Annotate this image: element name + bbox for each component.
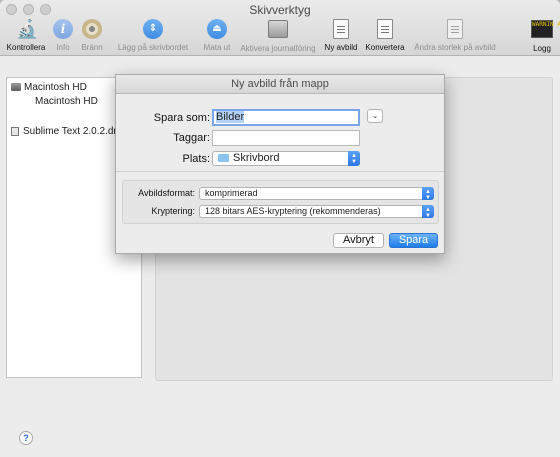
separator	[116, 171, 444, 172]
encryption-value: 128 bitars AES-kryptering (rekommenderas…	[205, 206, 381, 216]
eject-icon: ⏏	[206, 19, 228, 41]
image-format-label: Avbildsformat:	[138, 188, 195, 198]
dialog-title: Ny avbild från mapp	[116, 75, 444, 94]
new-image-icon	[330, 19, 352, 41]
disk-image-icon	[11, 126, 19, 136]
toolbar-verify-button[interactable]: 🔬 Kontrollera	[4, 18, 48, 54]
sidebar-item-label: Macintosh HD	[24, 81, 87, 93]
image-format-value: komprimerad	[205, 188, 258, 198]
toolbar-new-image-button[interactable]: Ny avbild	[321, 18, 361, 54]
resize-icon	[444, 19, 466, 41]
toolbar-log-button[interactable]: WARNIN AY 7:36 Logg	[530, 18, 560, 54]
sidebar-item-disk[interactable]: Macintosh HD	[11, 80, 87, 94]
tags-field[interactable]	[212, 130, 360, 146]
location-label: Plats:	[182, 153, 210, 165]
encryption-popup[interactable]: 128 bitars AES-kryptering (rekommenderas…	[199, 205, 434, 219]
location-value: Skrivbord	[233, 152, 280, 164]
burn-icon	[81, 19, 103, 41]
toolbar: Skivverktyg 🔬 Kontrollera i Info Bränn ⇕…	[0, 0, 560, 56]
hard-disk-icon	[11, 83, 21, 91]
folder-icon	[218, 154, 229, 162]
updown-arrows-icon: ▲ ▼	[422, 205, 434, 219]
sidebar-item-volume[interactable]: Macintosh HD	[35, 94, 98, 108]
disk-utility-window: Skivverktyg 🔬 Kontrollera i Info Bränn ⇕…	[0, 0, 560, 457]
save-as-label: Spara som:	[153, 112, 210, 124]
journal-icon	[267, 20, 289, 42]
toolbar-eject-button[interactable]: ⏏ Mata ut	[200, 18, 234, 54]
save-as-value: Bilder	[216, 111, 245, 123]
sidebar-item-label: Macintosh HD	[35, 95, 98, 107]
image-options-group: Avbildsformat: komprimerad ▲ ▼ Kryptering…	[122, 180, 439, 224]
log-icon: WARNIN AY 7:36	[531, 20, 560, 42]
new-image-dialog: Ny avbild från mapp Spara som: Bilder ⌄ …	[115, 74, 445, 254]
convert-icon	[374, 19, 396, 41]
microscope-icon: 🔬	[16, 19, 39, 39]
toolbar-convert-button[interactable]: Konvertera	[364, 18, 406, 54]
location-popup[interactable]: Skrivbord ▲ ▼	[212, 151, 360, 166]
help-button[interactable]: ?	[19, 431, 33, 445]
image-format-popup[interactable]: komprimerad ▲ ▼	[199, 187, 434, 201]
chevron-down-icon: ⌄	[371, 111, 379, 120]
sidebar-item-dmg[interactable]: Sublime Text 2.0.2.dmg	[11, 124, 127, 138]
save-as-field[interactable]: Bilder	[212, 109, 360, 126]
toolbar-burn-button[interactable]: Bränn	[79, 18, 105, 54]
sidebar-item-label: Sublime Text 2.0.2.dmg	[23, 125, 128, 137]
expand-dialog-button[interactable]: ⌄	[367, 109, 383, 123]
info-icon: i	[52, 19, 74, 41]
toolbar-resize-image-button[interactable]: Ändra storlek på avbild	[410, 18, 500, 54]
updown-arrows-icon: ▲ ▼	[422, 187, 434, 201]
mount-icon: ⇕	[142, 19, 164, 41]
toolbar-mount-button[interactable]: ⇕ Lägg på skrivbordet	[113, 18, 193, 54]
save-button[interactable]: Spara	[389, 233, 438, 248]
cancel-button[interactable]: Avbryt	[333, 233, 384, 248]
updown-arrows-icon: ▲ ▼	[348, 151, 360, 166]
tags-label: Taggar:	[173, 132, 210, 144]
encryption-label: Kryptering:	[151, 206, 195, 216]
toolbar-info-button[interactable]: i Info	[52, 18, 74, 54]
window-title: Skivverktyg	[249, 3, 311, 17]
toolbar-journaling-button[interactable]: Aktivera journalföring	[236, 18, 320, 54]
